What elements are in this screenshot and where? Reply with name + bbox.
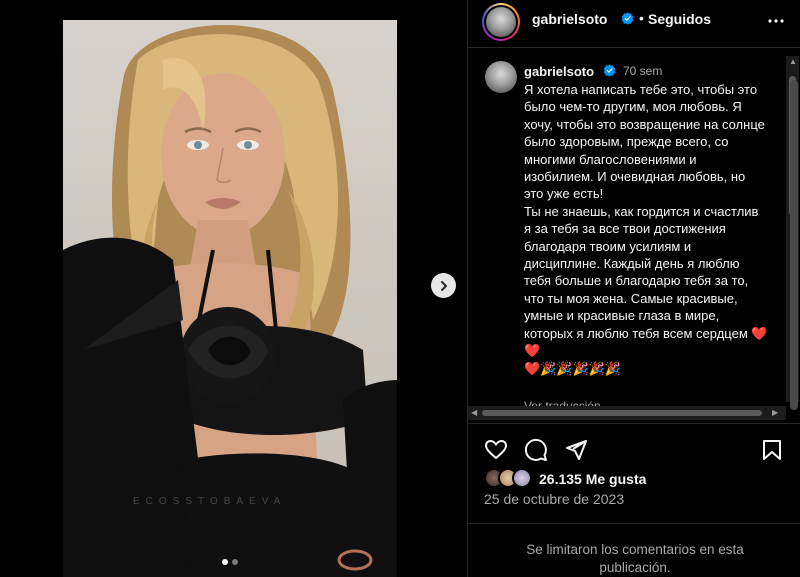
author-avatar[interactable] xyxy=(482,3,520,41)
author-username-link[interactable]: gabrielsoto xyxy=(532,11,607,27)
caption-section: gabrielsoto 70 sem Я хотела написать теб… xyxy=(468,49,800,422)
carousel-indicator xyxy=(222,559,238,565)
scrollbar-thumb[interactable] xyxy=(790,80,798,410)
next-photo-button[interactable] xyxy=(431,273,456,298)
heart-icon[interactable] xyxy=(484,438,508,462)
page-scrollbar[interactable] xyxy=(787,20,800,410)
comments-limited-notice: Se limitaron los comentarios en esta pub… xyxy=(468,523,800,577)
verified-badge-icon xyxy=(621,12,634,25)
caption-timestamp[interactable]: 70 sem xyxy=(623,64,662,78)
following-button[interactable]: Seguidos xyxy=(648,11,711,27)
portrait-illustration xyxy=(63,25,397,577)
post-date[interactable]: 25 de octubre de 2023 xyxy=(484,491,624,507)
post-side-panel: gabrielsoto • Seguidos gabrielsoto 70 se… xyxy=(467,0,800,577)
caption-text: Я хотела написать тебе это, чтобы это бы… xyxy=(524,82,768,376)
more-icon[interactable] xyxy=(764,9,788,33)
share-icon[interactable] xyxy=(564,438,588,462)
caption-author-avatar[interactable] xyxy=(485,61,517,93)
carousel-dot xyxy=(232,559,238,565)
bookmark-icon[interactable] xyxy=(760,438,784,462)
post-header: gabrielsoto • Seguidos xyxy=(468,0,800,48)
comments-limited-text: Se limitaron los comentarios en esta pub… xyxy=(526,542,744,575)
photo-watermark: ECOSSTOBAEVA xyxy=(133,496,287,507)
scrollbar-thumb[interactable] xyxy=(482,410,762,416)
carousel-dot-active xyxy=(222,559,228,565)
separator-dot: • xyxy=(639,10,644,26)
liker-avatar xyxy=(512,468,532,488)
post-photo[interactable]: ECOSSTOBAEVA xyxy=(63,20,397,577)
avatar-image xyxy=(486,7,516,37)
caption-username-link[interactable]: gabrielsoto xyxy=(524,64,594,79)
caption-horizontal-scrollbar[interactable]: ◀ ▶ xyxy=(468,406,786,420)
comment-icon[interactable] xyxy=(524,438,548,462)
post-media-area: ECOSSTOBAEVA xyxy=(0,0,467,577)
verified-badge-icon xyxy=(603,64,616,77)
chevron-right-icon xyxy=(440,280,447,291)
likes-count[interactable]: 26.135 Me gusta xyxy=(539,471,646,487)
